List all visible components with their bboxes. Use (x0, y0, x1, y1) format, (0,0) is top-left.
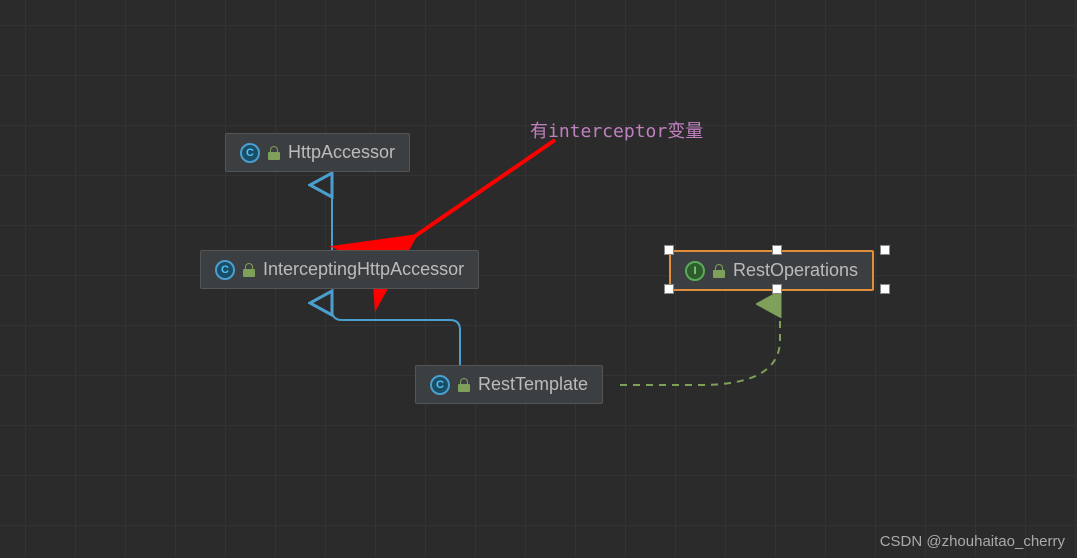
resize-handle[interactable] (772, 284, 782, 294)
class-icon: C (215, 260, 235, 280)
node-label: RestTemplate (478, 374, 588, 395)
class-node-http-accessor[interactable]: C HttpAccessor (225, 133, 410, 172)
resize-handle[interactable] (880, 245, 890, 255)
resize-handle[interactable] (772, 245, 782, 255)
resize-handle[interactable] (664, 284, 674, 294)
node-label: HttpAccessor (288, 142, 395, 163)
class-icon: C (430, 375, 450, 395)
lock-icon (268, 146, 280, 160)
interface-icon: I (685, 261, 705, 281)
class-icon: C (240, 143, 260, 163)
lock-icon (243, 263, 255, 277)
class-node-rest-template[interactable]: C RestTemplate (415, 365, 603, 404)
annotation-text: 有interceptor变量 (530, 117, 703, 143)
class-node-intercepting-http-accessor[interactable]: C InterceptingHttpAccessor (200, 250, 479, 289)
watermark: CSDN @zhouhaitao_cherry (880, 533, 1065, 550)
resize-handle[interactable] (664, 245, 674, 255)
resize-handle[interactable] (880, 284, 890, 294)
node-label: InterceptingHttpAccessor (263, 259, 464, 280)
node-label: RestOperations (733, 260, 858, 281)
lock-icon (458, 378, 470, 392)
canvas-grid (0, 0, 1077, 558)
lock-icon (713, 264, 725, 278)
